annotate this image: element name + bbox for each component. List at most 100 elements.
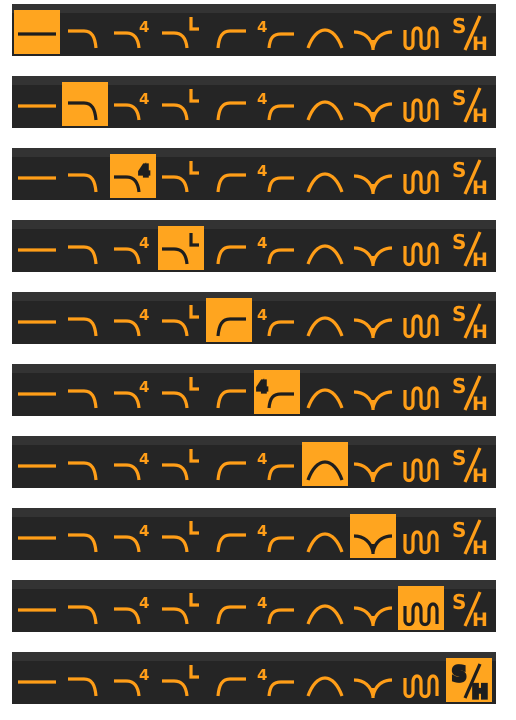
filter-type-button-notch[interactable] bbox=[350, 154, 396, 198]
filter-type-button-sample-hold[interactable]: SH bbox=[446, 10, 492, 55]
filter-type-button-comb[interactable] bbox=[398, 226, 444, 270]
filter-type-button-low-pass[interactable] bbox=[62, 154, 108, 198]
filter-type-button-high-pass[interactable] bbox=[206, 10, 252, 54]
filter-type-button-notch[interactable] bbox=[350, 514, 396, 558]
filter-type-button-notch[interactable] bbox=[350, 298, 396, 342]
filter-type-button-low-pass-4[interactable]: 4 bbox=[110, 514, 156, 558]
filter-type-button-notch[interactable] bbox=[350, 10, 396, 54]
filter-type-button-flat[interactable] bbox=[14, 82, 60, 126]
filter-type-button-band-pass[interactable] bbox=[302, 514, 348, 558]
filter-type-button-flat[interactable] bbox=[14, 658, 60, 702]
filter-type-button-low-pass-4[interactable]: 4 bbox=[110, 586, 156, 630]
filter-type-button-band-pass[interactable] bbox=[302, 154, 348, 198]
filter-type-button-low-pass[interactable] bbox=[62, 586, 108, 630]
filter-type-button-low-pass-l[interactable] bbox=[158, 442, 204, 486]
filter-type-button-low-pass-l[interactable] bbox=[158, 658, 204, 702]
filter-type-button-high-pass[interactable] bbox=[206, 370, 252, 414]
filter-type-button-low-pass-4[interactable]: 4 bbox=[110, 10, 156, 54]
filter-type-button-sample-hold[interactable]: SH bbox=[446, 298, 492, 343]
filter-type-button-notch[interactable] bbox=[350, 370, 396, 414]
filter-type-button-comb[interactable] bbox=[398, 82, 444, 126]
filter-type-button-high-pass-4[interactable]: 4 bbox=[254, 442, 300, 486]
filter-type-button-comb[interactable] bbox=[398, 10, 444, 54]
filter-type-button-flat[interactable] bbox=[14, 154, 60, 198]
filter-type-button-notch[interactable] bbox=[350, 442, 396, 486]
filter-type-button-flat[interactable] bbox=[14, 226, 60, 270]
filter-type-button-comb[interactable] bbox=[398, 154, 444, 198]
filter-type-button-sample-hold[interactable]: SH bbox=[446, 442, 492, 487]
filter-type-button-low-pass[interactable] bbox=[62, 298, 108, 342]
filter-type-button-notch[interactable] bbox=[350, 658, 396, 702]
filter-type-button-high-pass-4[interactable]: 4 bbox=[254, 226, 300, 270]
filter-type-button-high-pass[interactable] bbox=[206, 658, 252, 702]
filter-type-button-sample-hold[interactable]: SH bbox=[446, 514, 492, 559]
filter-type-button-high-pass-4[interactable]: 4 bbox=[254, 82, 300, 126]
filter-type-button-high-pass[interactable] bbox=[206, 298, 252, 342]
filter-type-button-low-pass-l[interactable] bbox=[158, 10, 204, 54]
filter-type-button-sample-hold[interactable]: SH bbox=[446, 658, 492, 705]
filter-type-button-high-pass-4[interactable]: 4 bbox=[254, 586, 300, 630]
filter-type-button-low-pass-4[interactable]: 4 bbox=[110, 658, 156, 702]
filter-type-button-notch[interactable] bbox=[350, 226, 396, 270]
filter-type-button-high-pass[interactable] bbox=[206, 586, 252, 630]
filter-type-button-low-pass-4[interactable]: 4 bbox=[110, 82, 156, 126]
filter-type-button-comb[interactable] bbox=[398, 586, 444, 630]
filter-type-button-band-pass[interactable] bbox=[302, 370, 348, 414]
filter-type-button-high-pass[interactable] bbox=[206, 154, 252, 198]
filter-type-button-low-pass[interactable] bbox=[62, 658, 108, 702]
filter-type-button-flat[interactable] bbox=[14, 10, 60, 54]
filter-type-button-high-pass-4[interactable]: 4 bbox=[254, 658, 300, 702]
filter-type-button-band-pass[interactable] bbox=[302, 442, 348, 486]
filter-type-button-comb[interactable] bbox=[398, 514, 444, 558]
filter-type-button-flat[interactable] bbox=[14, 370, 60, 414]
filter-type-button-low-pass-4[interactable]: 4 bbox=[110, 370, 156, 414]
filter-type-button-high-pass[interactable] bbox=[206, 82, 252, 126]
filter-type-button-low-pass[interactable] bbox=[62, 514, 108, 558]
filter-type-button-band-pass[interactable] bbox=[302, 586, 348, 630]
filter-type-button-flat[interactable] bbox=[14, 298, 60, 342]
filter-type-button-low-pass-l[interactable] bbox=[158, 514, 204, 558]
filter-type-button-notch[interactable] bbox=[350, 82, 396, 126]
filter-type-button-sample-hold[interactable]: SH bbox=[446, 370, 492, 415]
filter-type-button-low-pass-l[interactable] bbox=[158, 298, 204, 342]
filter-type-button-sample-hold[interactable]: SH bbox=[446, 82, 492, 127]
filter-type-button-low-pass-4[interactable]: 4 bbox=[110, 298, 156, 342]
filter-type-button-high-pass-4[interactable]: 4 bbox=[254, 298, 300, 342]
filter-type-button-low-pass-4[interactable]: 4 bbox=[110, 154, 156, 198]
filter-type-button-band-pass[interactable] bbox=[302, 226, 348, 270]
filter-type-button-high-pass-4[interactable]: 4 bbox=[254, 514, 300, 558]
filter-type-button-comb[interactable] bbox=[398, 442, 444, 486]
filter-type-button-band-pass[interactable] bbox=[302, 10, 348, 54]
filter-type-button-comb[interactable] bbox=[398, 658, 444, 702]
filter-type-button-sample-hold[interactable]: SH bbox=[446, 154, 492, 199]
filter-type-button-high-pass[interactable] bbox=[206, 226, 252, 270]
filter-type-button-low-pass-l[interactable] bbox=[158, 586, 204, 630]
filter-type-button-low-pass[interactable] bbox=[62, 370, 108, 414]
filter-type-button-high-pass[interactable] bbox=[206, 514, 252, 558]
filter-type-button-low-pass[interactable] bbox=[62, 442, 108, 486]
filter-type-button-low-pass-4[interactable]: 4 bbox=[110, 226, 156, 270]
filter-type-button-band-pass[interactable] bbox=[302, 298, 348, 342]
filter-type-button-low-pass-l[interactable] bbox=[158, 370, 204, 414]
filter-type-button-low-pass-l[interactable] bbox=[158, 82, 204, 126]
filter-type-button-flat[interactable] bbox=[14, 586, 60, 630]
filter-type-button-low-pass[interactable] bbox=[62, 82, 108, 126]
filter-type-button-high-pass-4[interactable]: 4 bbox=[254, 10, 300, 54]
filter-type-button-high-pass-4[interactable]: 4 bbox=[254, 370, 300, 414]
filter-type-button-notch[interactable] bbox=[350, 586, 396, 630]
filter-type-button-band-pass[interactable] bbox=[302, 658, 348, 702]
filter-type-button-comb[interactable] bbox=[398, 370, 444, 414]
filter-type-button-flat[interactable] bbox=[14, 442, 60, 486]
filter-type-button-low-pass[interactable] bbox=[62, 226, 108, 270]
filter-type-button-low-pass-l[interactable] bbox=[158, 154, 204, 198]
filter-type-button-low-pass[interactable] bbox=[62, 10, 108, 54]
filter-type-button-low-pass-l[interactable] bbox=[158, 226, 204, 270]
filter-type-button-low-pass-4[interactable]: 4 bbox=[110, 442, 156, 486]
filter-type-button-flat[interactable] bbox=[14, 514, 60, 558]
filter-type-button-sample-hold[interactable]: SH bbox=[446, 586, 492, 631]
filter-type-button-band-pass[interactable] bbox=[302, 82, 348, 126]
filter-type-button-comb[interactable] bbox=[398, 298, 444, 342]
filter-type-button-high-pass[interactable] bbox=[206, 442, 252, 486]
filter-type-button-high-pass-4[interactable]: 4 bbox=[254, 154, 300, 198]
filter-type-button-sample-hold[interactable]: SH bbox=[446, 226, 492, 271]
